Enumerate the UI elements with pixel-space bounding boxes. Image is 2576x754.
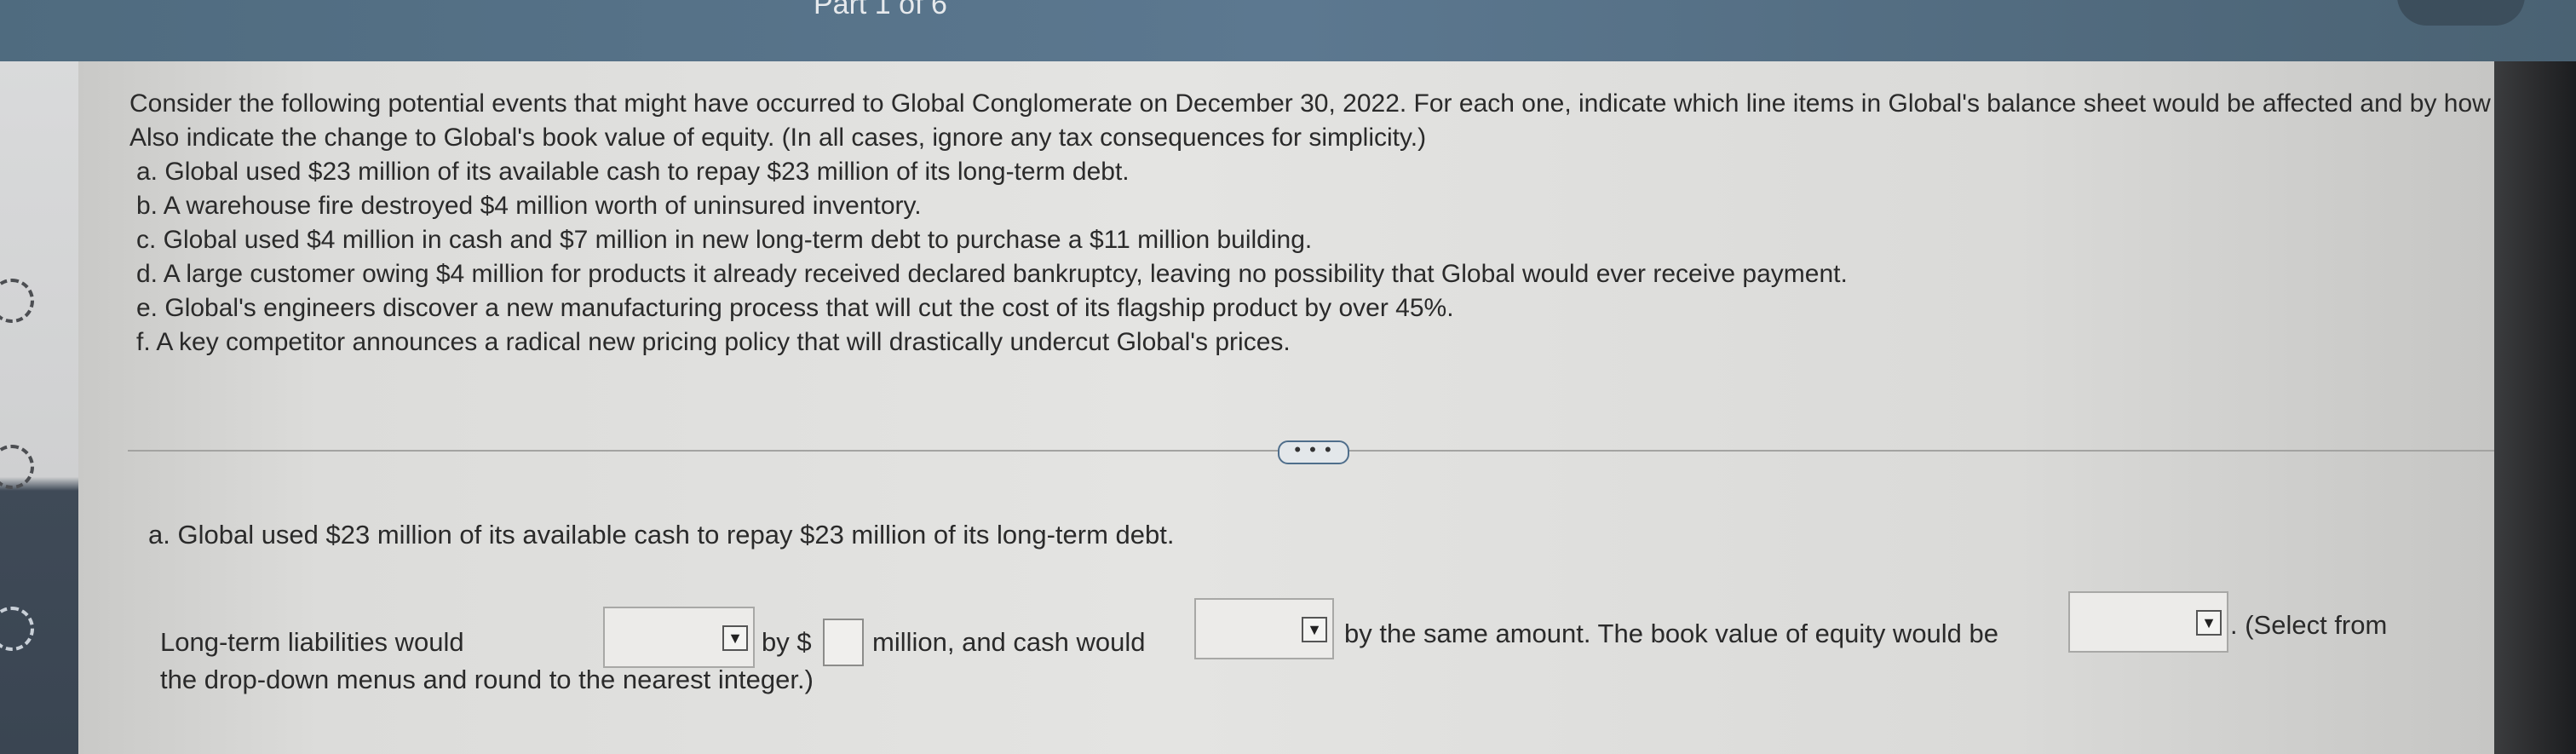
top-bar: Part 1 of 6 bbox=[0, 0, 2576, 61]
top-right-control[interactable] bbox=[2397, 0, 2525, 26]
progress-circle-icon[interactable] bbox=[0, 607, 34, 651]
answer-text-6: the drop-down menus and round to the nea… bbox=[160, 665, 814, 694]
event-list: a. Global used $23 million of its availa… bbox=[136, 155, 2576, 360]
dropdown-caret-icon: ▼ bbox=[1302, 617, 1327, 642]
event-item-b: b. A warehouse fire destroyed $4 million… bbox=[136, 192, 922, 220]
answer-text-4: by the same amount. The book value of eq… bbox=[1344, 619, 1999, 648]
equity-dropdown[interactable]: ▼ bbox=[2068, 591, 2228, 653]
question-text: Consider the following potential events … bbox=[129, 87, 2576, 360]
event-item-c: c. Global used $4 million in cash and $7… bbox=[136, 226, 1313, 254]
question-intro: Consider the following potential events … bbox=[129, 89, 2567, 152]
liabilities-dropdown[interactable]: ▼ bbox=[603, 607, 755, 668]
part-indicator: Part 1 of 6 bbox=[814, 0, 947, 20]
answer-text-2: by $ bbox=[762, 627, 812, 657]
event-item-e: e. Global's engineers discover a new man… bbox=[136, 294, 1454, 322]
event-item-d: d. A large customer owing $4 million for… bbox=[136, 260, 1848, 288]
expand-button[interactable]: • • • bbox=[1278, 440, 1349, 464]
amount-input[interactable] bbox=[823, 619, 864, 666]
answer-text-5: . (Select from bbox=[2230, 610, 2388, 640]
question-panel: Consider the following potential events … bbox=[78, 61, 2567, 754]
part-a-title: a. Global used $23 million of its availa… bbox=[148, 520, 1175, 550]
right-edge bbox=[2494, 61, 2576, 754]
answer-text-3: million, and cash would bbox=[872, 627, 1146, 657]
dropdown-caret-icon: ▼ bbox=[2196, 610, 2222, 636]
part-a-answer: Long-term liabilities would ▼ by $ milli… bbox=[160, 590, 2387, 694]
progress-circle-icon[interactable] bbox=[0, 279, 34, 323]
left-rail bbox=[0, 61, 78, 754]
progress-circle-icon[interactable] bbox=[0, 445, 34, 489]
dropdown-caret-icon: ▼ bbox=[722, 625, 748, 651]
event-item-a: a. Global used $23 million of its availa… bbox=[136, 158, 1130, 186]
answer-text-1: Long-term liabilities would bbox=[160, 627, 464, 657]
event-item-f: f. A key competitor announces a radical … bbox=[136, 328, 1291, 356]
cash-dropdown[interactable]: ▼ bbox=[1194, 598, 1334, 659]
